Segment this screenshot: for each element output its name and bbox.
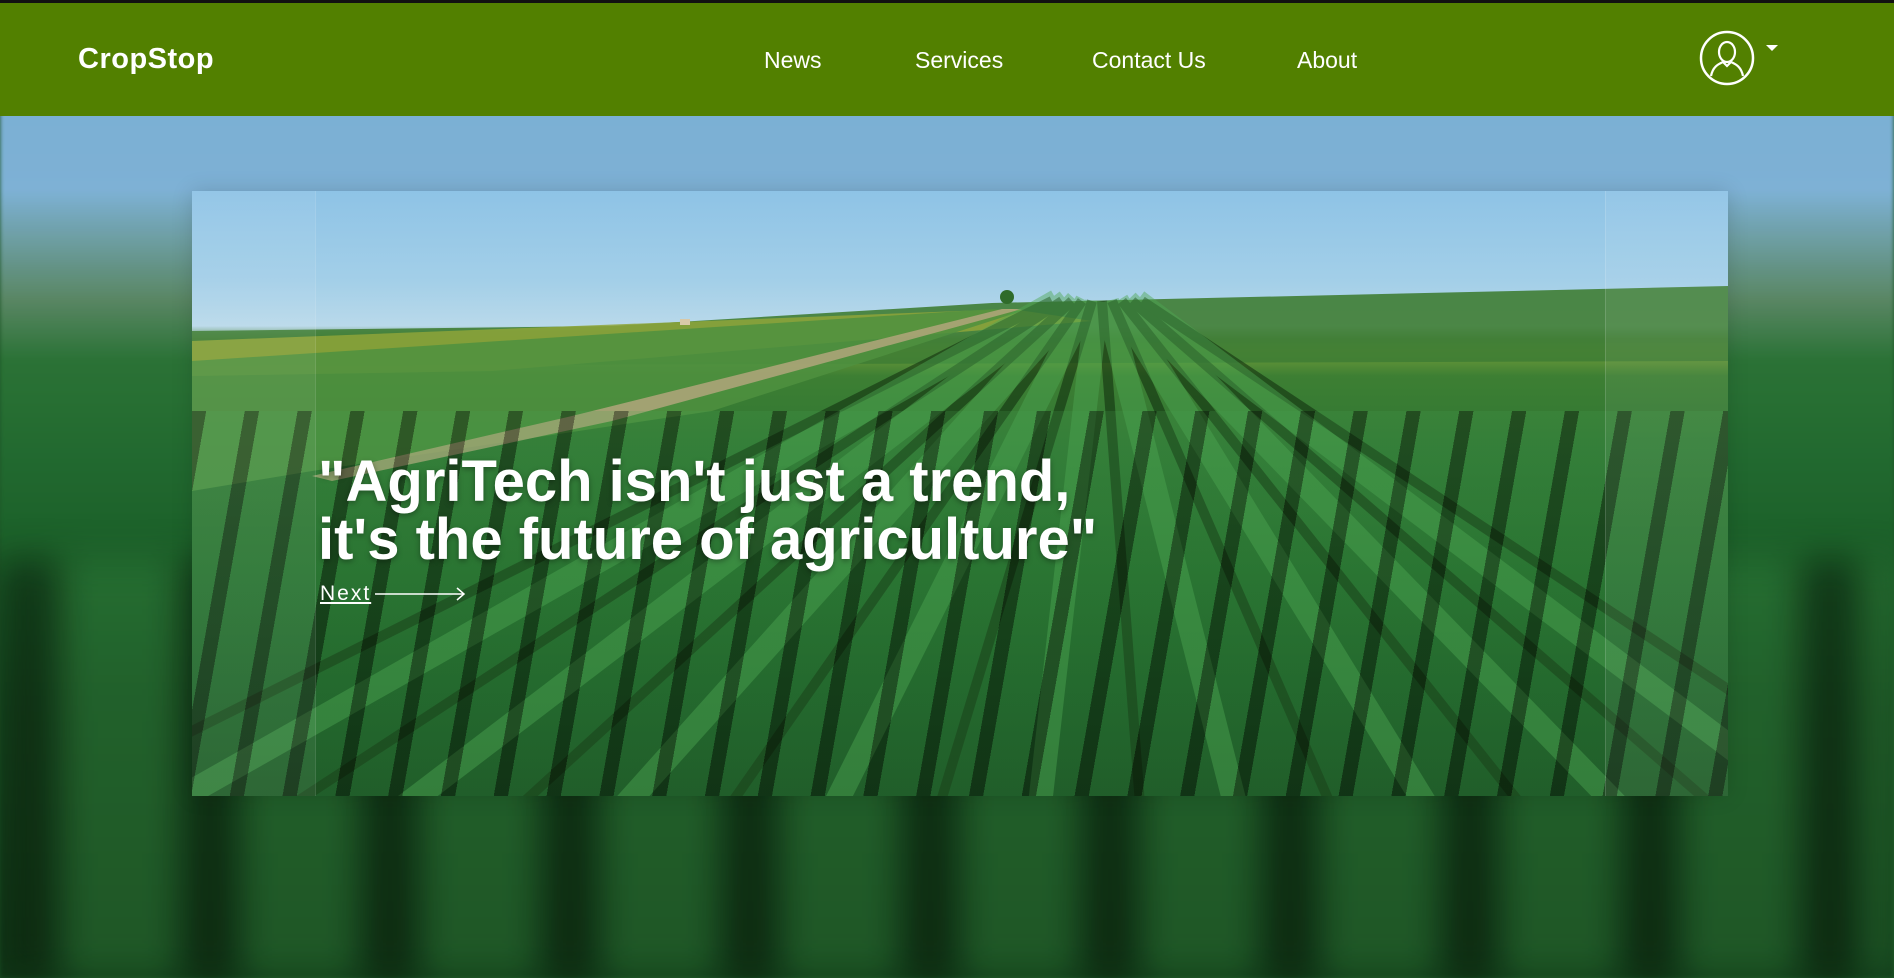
next-button[interactable]: Next	[320, 582, 467, 606]
nav-link-about[interactable]: About	[1297, 47, 1357, 74]
navbar: CropStop News Services Contact Us About	[0, 0, 1894, 116]
chevron-down-icon[interactable]	[1766, 45, 1778, 51]
nav-link-news[interactable]: News	[764, 47, 822, 74]
hero-caption: "AgriTech isn't just a trend, it's the f…	[318, 453, 1097, 569]
brand-logo[interactable]: CropStop	[78, 43, 214, 76]
next-label: Next	[320, 582, 372, 605]
hero-caption-line-1: "AgriTech isn't just a trend,	[318, 449, 1071, 514]
user-avatar-icon[interactable]	[1699, 30, 1755, 86]
hero-carousel: "AgriTech isn't just a trend, it's the f…	[192, 191, 1728, 796]
nav-link-services[interactable]: Services	[915, 47, 1003, 74]
previous-slide-peek[interactable]	[192, 191, 315, 796]
hero-caption-line-2: it's the future of agriculture"	[318, 507, 1098, 572]
nav-link-contact-us[interactable]: Contact Us	[1092, 47, 1206, 74]
slide-edge-right	[1605, 191, 1606, 796]
arrow-right-icon	[375, 587, 467, 601]
next-slide-peek[interactable]	[1605, 191, 1728, 796]
slide-edge-left	[315, 191, 316, 796]
